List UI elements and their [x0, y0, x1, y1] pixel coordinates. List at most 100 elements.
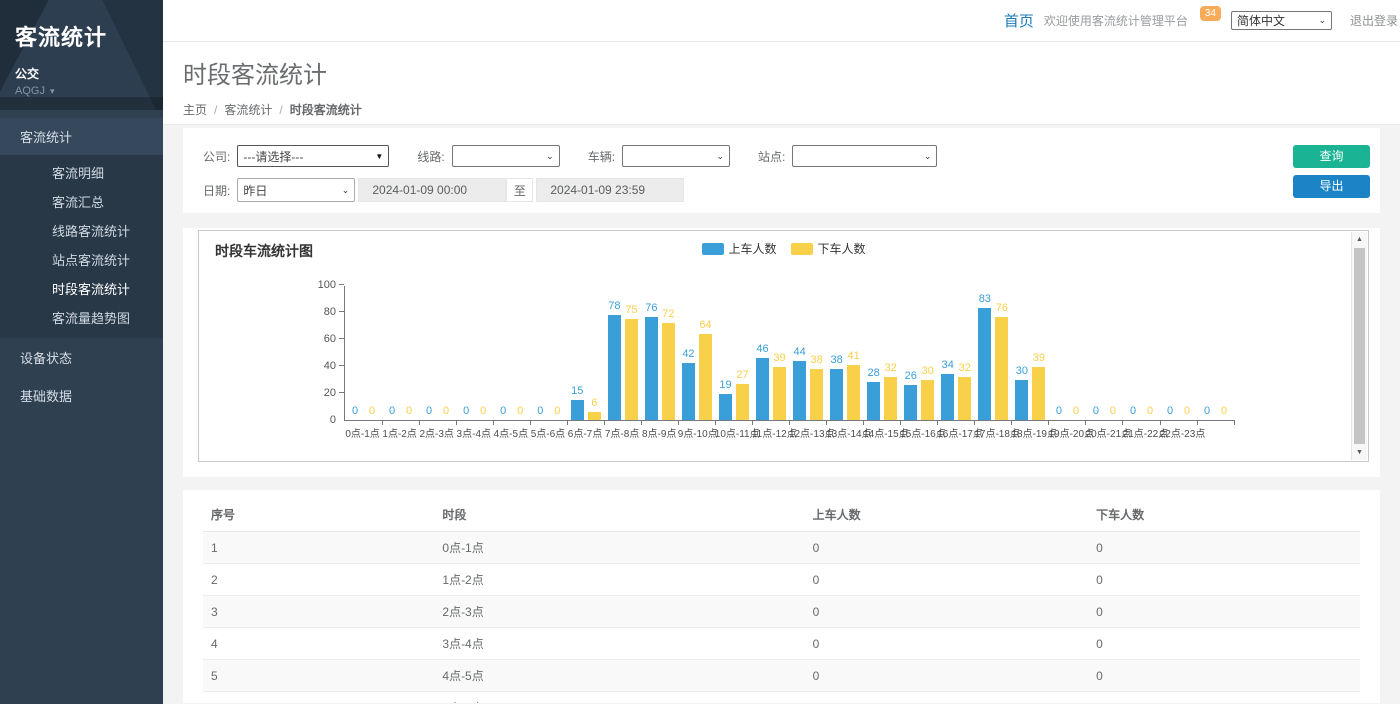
- bar-value-label: 0: [352, 405, 358, 417]
- filter-select-2[interactable]: ⌄: [622, 145, 730, 167]
- chart-x-axis-labels: 0点-1点1点-2点2点-3点3点-4点4点-5点5点-6点6点-7点7点-8点…: [344, 425, 1234, 440]
- filter-group-3: 站点:⌄: [758, 145, 937, 167]
- bar-up-11: 46: [756, 358, 769, 420]
- welcome-text: 欢迎使用客流统计管理平台: [1044, 12, 1188, 29]
- filter-select-0[interactable]: ---请选择---▼: [237, 145, 389, 167]
- bar-down-8: 72: [662, 323, 675, 420]
- sidebar-item-0-4[interactable]: 时段客流统计: [0, 274, 163, 303]
- bar-value-label: 0: [537, 405, 543, 417]
- brand-area: 客流统计 公交 AQGJ ▾: [0, 0, 163, 110]
- table-row: 21点-2点00: [203, 564, 1360, 596]
- breadcrumb-item-1[interactable]: 客流统计: [224, 101, 272, 118]
- filter-group-2: 车辆:⌄: [588, 145, 730, 167]
- sidebar-item-0-5[interactable]: 客流量趋势图: [0, 303, 163, 332]
- x-axis-label-11: 11点-12点: [752, 425, 789, 440]
- scroll-down-icon[interactable]: ▼: [1352, 445, 1367, 460]
- scroll-up-icon[interactable]: ▲: [1352, 232, 1367, 247]
- date-to-input[interactable]: 2024-01-09 23:59: [536, 178, 684, 202]
- export-button[interactable]: 导出: [1293, 175, 1370, 198]
- bar-value-label: 72: [662, 308, 674, 320]
- bar-up-16: 34: [941, 374, 954, 420]
- y-axis-tick-label: 40: [324, 360, 336, 372]
- x-axis-label-12: 12点-13点: [789, 425, 826, 440]
- sidebar-item-0-2[interactable]: 线路客流统计: [0, 216, 163, 245]
- filter-select-1[interactable]: ⌄: [452, 145, 560, 167]
- bar-group-10: 1927: [715, 286, 752, 420]
- x-axis-label-15: 15点-16点: [900, 425, 937, 440]
- x-axis-label-10: 10点-11点: [715, 425, 752, 440]
- legend-item-0[interactable]: 上车人数: [701, 240, 776, 257]
- chart-panel: 时段车流统计图 上车人数下车人数 02040608010000000000000…: [183, 228, 1380, 477]
- breadcrumb-item-0[interactable]: 主页: [183, 101, 207, 118]
- x-axis-label-9: 9点-10点: [678, 425, 715, 440]
- scrollbar-thumb[interactable]: [1354, 248, 1365, 444]
- y-axis-tick-mark: [339, 284, 344, 285]
- bar-group-19: 00: [1049, 286, 1086, 420]
- sidebar-section-2[interactable]: 基础数据: [0, 377, 163, 414]
- breadcrumb-separator: /: [279, 103, 282, 117]
- bar-down-11: 39: [773, 367, 786, 420]
- logout-link[interactable]: 退出登录: [1350, 12, 1398, 29]
- bar-group-5: 00: [530, 286, 567, 420]
- filter-select-3[interactable]: ⌄: [792, 145, 937, 167]
- x-axis-label-22: 22点-23点: [1160, 425, 1197, 440]
- bar-group-18: 3039: [1012, 286, 1049, 420]
- sidebar-item-0-1[interactable]: 客流汇总: [0, 187, 163, 216]
- bar-value-label: 83: [979, 293, 991, 305]
- bar-value-label: 0: [1167, 405, 1173, 417]
- bar-value-label: 75: [625, 304, 637, 316]
- bar-value-label: 6: [591, 397, 597, 409]
- chevron-down-icon: ⌄: [342, 185, 350, 196]
- chevron-down-icon: ▾: [50, 86, 55, 96]
- x-axis-label-14: 14点-15点: [863, 425, 900, 440]
- bar-up-12: 44: [793, 361, 806, 420]
- sidebar-item-0-3[interactable]: 站点客流统计: [0, 245, 163, 274]
- bar-value-label: 76: [996, 302, 1008, 314]
- date-preset-select[interactable]: 昨日 ⌄: [237, 178, 355, 202]
- bar-value-label: 0: [480, 405, 486, 417]
- chart-box: 时段车流统计图 上车人数下车人数 02040608010000000000000…: [198, 230, 1369, 462]
- user-menu[interactable]: AQGJ ▾: [15, 85, 148, 97]
- bar-group-2: 00: [419, 286, 456, 420]
- table-cell-5-0: 6: [203, 692, 434, 704]
- language-select[interactable]: 简体中文 ⌄: [1231, 11, 1332, 30]
- bar-value-label: 78: [608, 300, 620, 312]
- table-cell-1-2: 0: [805, 564, 1088, 596]
- x-axis-label-17: 17点-18点: [974, 425, 1011, 440]
- bar-value-label: 15: [571, 385, 583, 397]
- bar-value-label: 0: [426, 405, 432, 417]
- page-title: 时段客流统计: [183, 55, 1380, 90]
- legend-item-1[interactable]: 下车人数: [791, 240, 866, 257]
- page-heading: 时段客流统计 主页/客流统计/时段客流统计: [163, 42, 1400, 125]
- bar-group-11: 4639: [753, 286, 790, 420]
- x-axis-label-21: 21点-22点: [1123, 425, 1160, 440]
- x-axis-label-23: [1197, 425, 1234, 440]
- bar-value-label: 0: [1184, 405, 1190, 417]
- date-preset-value: 昨日: [243, 182, 267, 199]
- content: 公司:---请选择---▼线路:⌄车辆:⌄站点:⌄ 日期: 昨日 ⌄ 2024-…: [163, 125, 1400, 703]
- sidebar-section-1[interactable]: 设备状态: [0, 339, 163, 376]
- bar-down-14: 32: [884, 377, 897, 420]
- table-cell-2-0: 3: [203, 596, 434, 628]
- home-link[interactable]: 首页: [1004, 10, 1034, 31]
- sidebar-section-0[interactable]: 客流统计: [0, 118, 163, 155]
- bar-up-18: 30: [1015, 380, 1028, 421]
- y-axis-tick-label: 0: [330, 414, 336, 426]
- x-axis-label-7: 7点-8点: [604, 425, 641, 440]
- bar-value-label: 0: [517, 405, 523, 417]
- bar-value-label: 38: [810, 354, 822, 366]
- filter-label-0: 公司:: [203, 148, 230, 165]
- table-cell-4-3: 0: [1088, 660, 1360, 692]
- filter-group-0: 公司: ---请选择---▼: [203, 145, 389, 167]
- sidebar-item-0-0[interactable]: 客流明细: [0, 158, 163, 187]
- bar-value-label: 0: [463, 405, 469, 417]
- x-axis-label-6: 6点-7点: [566, 425, 603, 440]
- date-from-input[interactable]: 2024-01-09 00:00: [358, 178, 506, 202]
- table-cell-3-2: 0: [805, 628, 1088, 660]
- bar-group-3: 00: [456, 286, 493, 420]
- bar-value-label: 34: [942, 359, 954, 371]
- bar-up-13: 38: [830, 369, 843, 420]
- chart-scrollbar[interactable]: ▲ ▼: [1351, 232, 1367, 460]
- query-button[interactable]: 查询: [1293, 145, 1370, 168]
- bar-value-label: 46: [756, 343, 768, 355]
